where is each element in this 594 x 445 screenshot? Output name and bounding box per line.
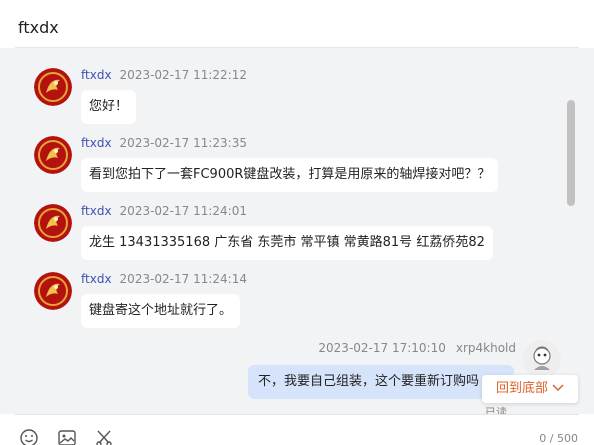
char-counter: 0 / 500	[539, 432, 578, 445]
sender-name[interactable]: ftxdx	[81, 136, 112, 150]
scissors-icon[interactable]	[94, 428, 114, 445]
self-message-meta: 2023-02-17 17:10:10 xrp4khold	[318, 341, 516, 355]
chevron-down-icon	[552, 375, 564, 403]
scroll-to-bottom-label: 回到底部	[495, 381, 548, 396]
self-avatar[interactable]	[523, 340, 561, 378]
message-time: 2023-02-17 11:24:01	[119, 204, 247, 218]
sender-name[interactable]: ftxdx	[81, 272, 112, 286]
message-item: ftxdx 2023-02-17 11:24:14 键盘寄这个地址就行了。	[0, 252, 560, 328]
message-meta: ftxdx 2023-02-17 11:23:35	[81, 136, 247, 150]
read-status: 已读	[485, 406, 507, 414]
message-meta: ftxdx 2023-02-17 11:24:14	[81, 272, 247, 286]
composer-divider	[15, 414, 579, 415]
message-time: 2023-02-17 17:10:10	[318, 341, 446, 355]
message-item: ftxdx 2023-02-17 11:24:01 龙生 13431335168 …	[0, 184, 560, 260]
scrollbar-thumb[interactable]	[567, 100, 575, 206]
message-time: 2023-02-17 11:23:35	[119, 136, 247, 150]
image-icon[interactable]	[57, 428, 77, 445]
message-item: ftxdx 2023-02-17 11:22:12 您好！	[0, 48, 560, 124]
message-list[interactable]: ftxdx 2023-02-17 11:22:12 您好！ ftxdx 2023-0…	[0, 48, 594, 414]
sender-name[interactable]: xrp4khold	[456, 341, 516, 355]
avatar[interactable]	[34, 272, 72, 310]
scroll-to-bottom-button[interactable]: 回到底部	[482, 375, 578, 403]
avatar[interactable]	[34, 204, 72, 242]
message-meta: ftxdx 2023-02-17 11:22:12	[81, 68, 247, 82]
sender-name[interactable]: ftxdx	[81, 68, 112, 82]
avatar[interactable]	[34, 136, 72, 174]
message-time: 2023-02-17 11:24:14	[119, 272, 247, 286]
message-bubble: 键盘寄这个地址就行了。	[81, 294, 241, 328]
message-item: ftxdx 2023-02-17 11:23:35 看到您拍下了一套FC900R键…	[0, 116, 560, 192]
composer: 0 / 500	[0, 414, 594, 445]
chat-header: ftxdx	[0, 0, 594, 48]
self-message-bubble: 不，我要自己组装，这个要重新订购吗	[248, 365, 514, 399]
contact-name-title: ftxdx	[18, 18, 59, 37]
message-time: 2023-02-17 11:22:12	[119, 68, 247, 82]
avatar[interactable]	[34, 68, 72, 106]
sender-name[interactable]: ftxdx	[81, 204, 112, 218]
smile-icon[interactable]	[19, 428, 39, 445]
message-meta: ftxdx 2023-02-17 11:24:01	[81, 204, 247, 218]
